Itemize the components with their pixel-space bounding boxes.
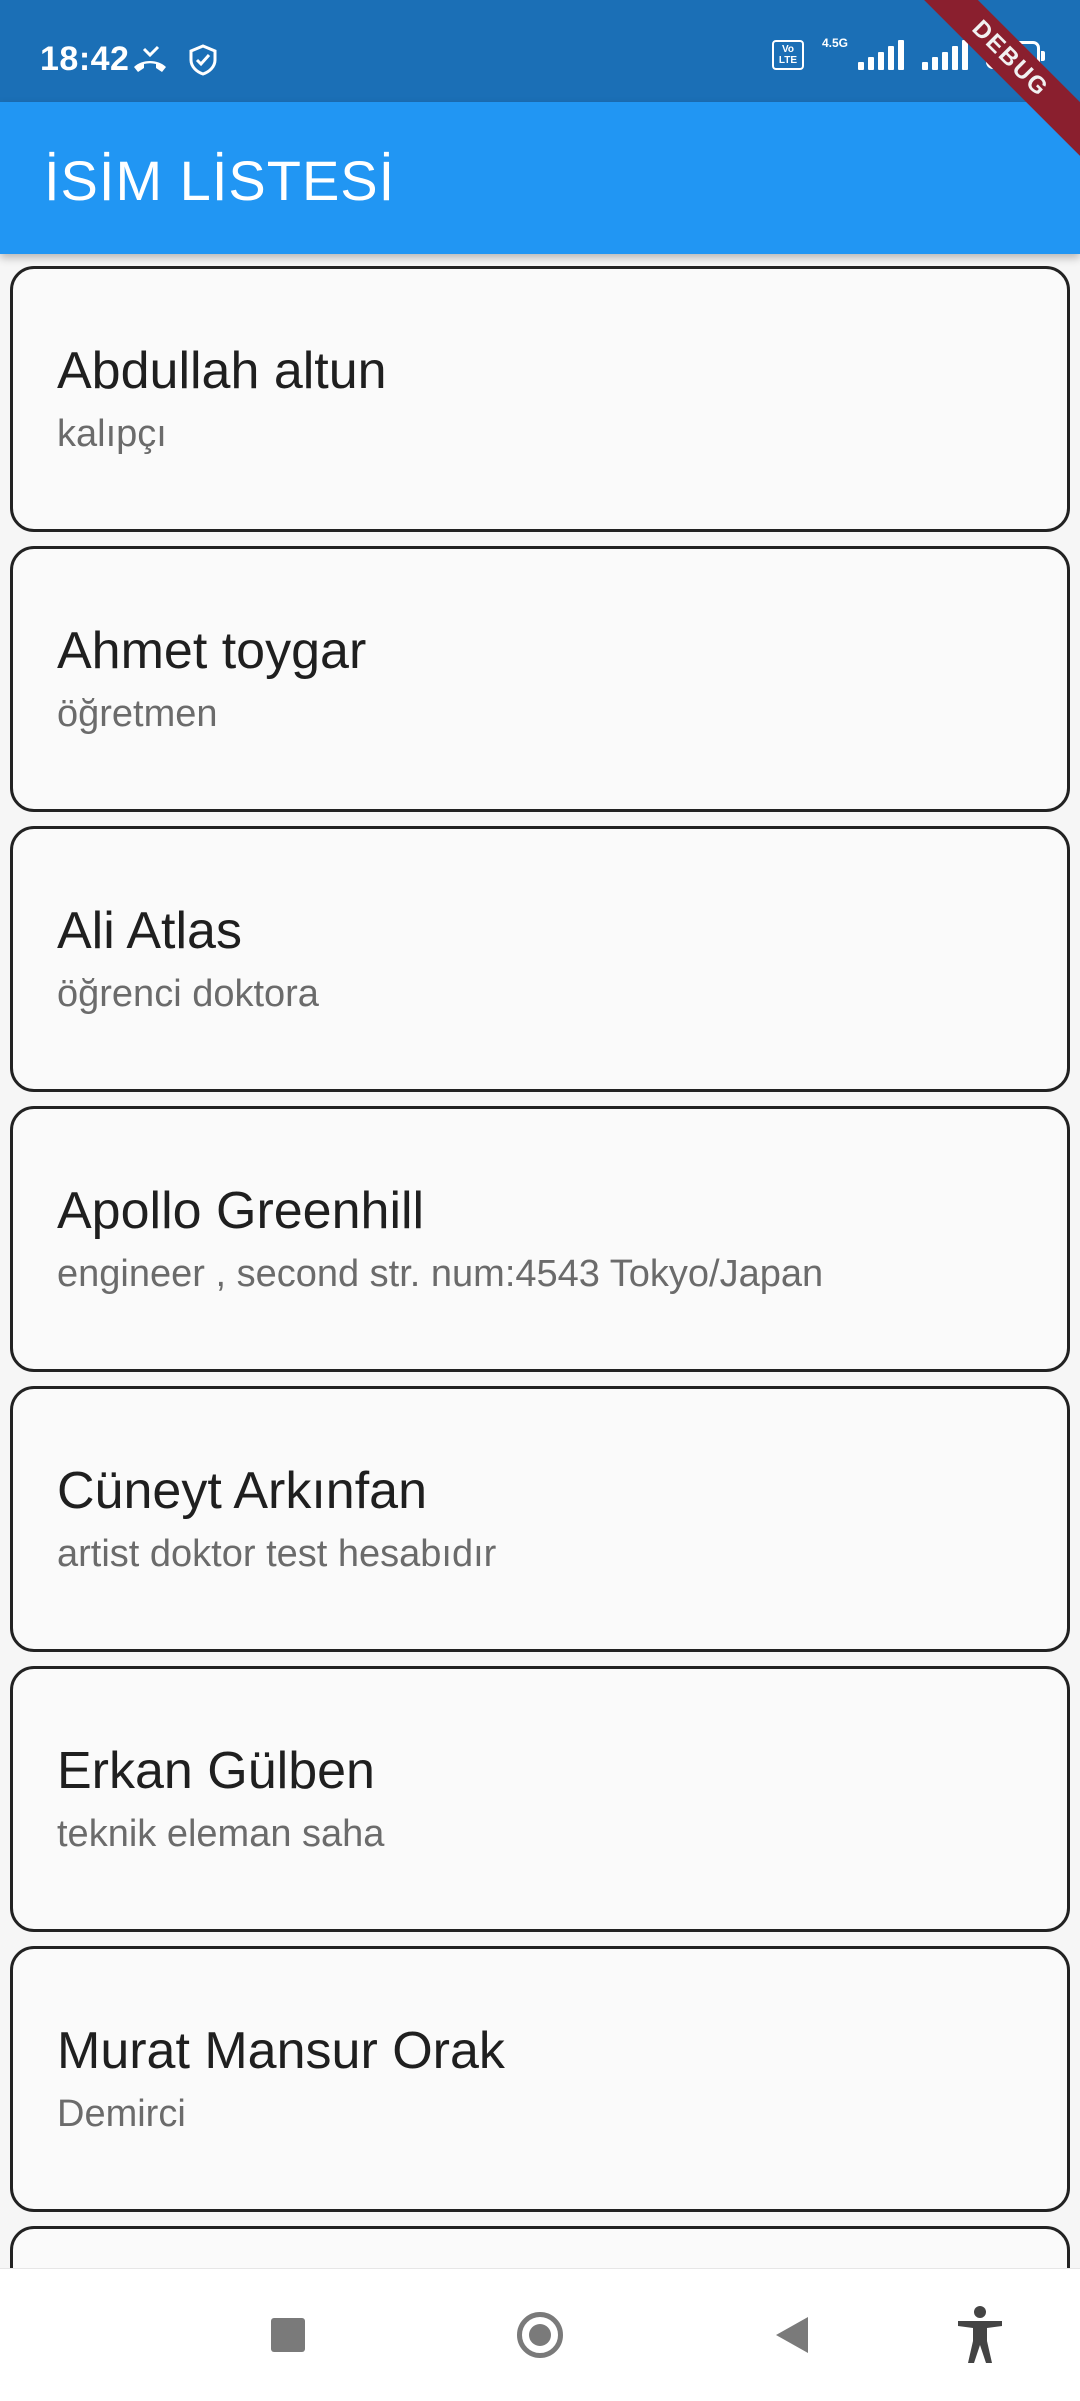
recents-button[interactable] xyxy=(258,2305,318,2365)
person-list[interactable]: Abdullah altun kalıpçı Ahmet toygar öğre… xyxy=(0,254,1080,2268)
person-name: Ahmet toygar xyxy=(57,622,367,680)
list-item[interactable]: Ahmet toygar öğretmen xyxy=(10,546,1070,812)
app-bar: İSİM LİSTESİ xyxy=(0,102,1080,254)
list-item[interactable]: Apollo Greenhill engineer , second str. … xyxy=(10,1106,1070,1372)
navigation-bar xyxy=(0,2268,1080,2401)
accessibility-icon xyxy=(958,2306,1002,2363)
accessibility-button[interactable] xyxy=(950,2305,1010,2365)
person-name: Murat Mansur Orak xyxy=(57,2022,505,2080)
person-detail: öğretmen xyxy=(57,693,218,735)
status-left-icons xyxy=(130,44,218,76)
back-icon xyxy=(776,2317,808,2353)
list-item[interactable]: Ali Atlas öğrenci doktora xyxy=(10,826,1070,1092)
person-detail: Demirci xyxy=(57,2093,186,2135)
signal-icon xyxy=(858,40,904,70)
missed-call-icon xyxy=(134,45,166,72)
signal-icon-2 xyxy=(922,40,968,70)
home-button[interactable] xyxy=(510,2305,570,2365)
page-title: İSİM LİSTESİ xyxy=(44,149,396,212)
person-name: Apollo Greenhill xyxy=(57,1182,425,1240)
person-name: Cüneyt Arkınfan xyxy=(57,1462,427,1520)
person-detail: kalıpçı xyxy=(57,413,167,455)
back-button[interactable] xyxy=(762,2305,822,2365)
shield-icon xyxy=(189,44,217,76)
person-detail: öğrenci doktora xyxy=(57,973,319,1015)
list-item[interactable]: Murat Mansur Orak Demirci xyxy=(10,1946,1070,2212)
person-name: Abdullah altun xyxy=(57,342,387,400)
volte-icon: Vo LTE xyxy=(771,40,804,70)
list-item[interactable]: Erkan Gülben teknik eleman saha xyxy=(10,1666,1070,1932)
list-item[interactable]: Cüneyt Arkınfan artist doktor test hesab… xyxy=(10,1386,1070,1652)
person-detail: engineer , second str. num:4543 Tokyo/Ja… xyxy=(57,1253,824,1295)
person-detail: teknik eleman saha xyxy=(57,1813,385,1855)
person-name: Erkan Gülben xyxy=(57,1742,375,1800)
list-item-partial[interactable] xyxy=(10,2226,1070,2268)
network-type: 4.5G xyxy=(821,36,848,50)
status-time: 18:42 xyxy=(40,40,130,78)
recents-icon xyxy=(271,2318,305,2352)
list-item[interactable]: Abdullah altun kalıpçı xyxy=(10,266,1070,532)
person-detail: artist doktor test hesabıdır xyxy=(57,1533,497,1575)
home-icon xyxy=(517,2312,563,2358)
person-name: Ali Atlas xyxy=(57,902,242,960)
status-bar: 18:42 Vo LTE 4.5G 79 xyxy=(0,0,1080,102)
